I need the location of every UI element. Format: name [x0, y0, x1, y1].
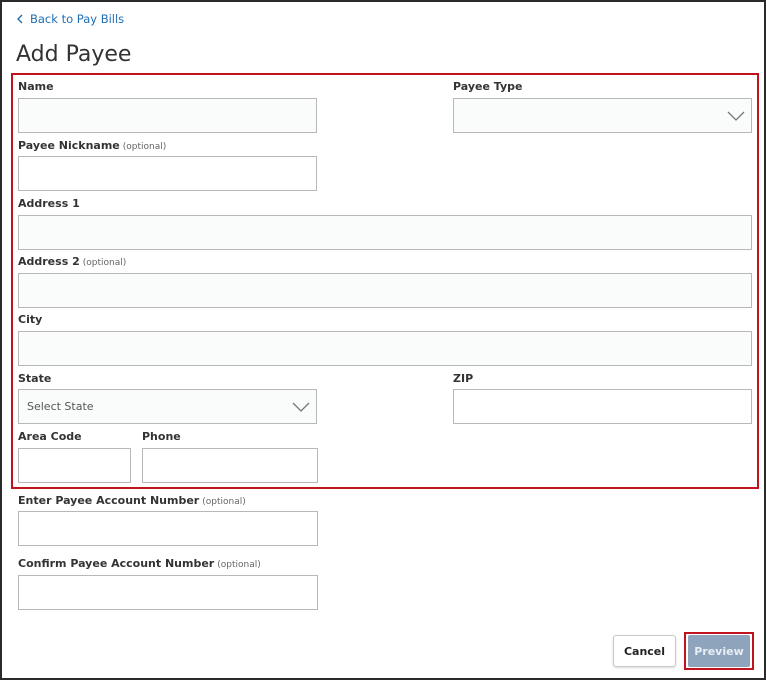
- name-label-text: Name: [18, 80, 54, 93]
- confirm-account-number-label-text: Confirm Payee Account Number: [18, 557, 215, 570]
- confirm-account-number-label: Confirm Payee Account Number (optional): [18, 557, 261, 570]
- city-label: City: [18, 313, 42, 326]
- address2-label-text: Address 2: [18, 255, 80, 268]
- zip-input[interactable]: [453, 389, 752, 424]
- back-link-label: Back to Pay Bills: [30, 12, 125, 26]
- state-select-value: Select State: [27, 400, 94, 413]
- state-select[interactable]: Select State: [18, 389, 317, 424]
- account-number-input[interactable]: [18, 511, 318, 546]
- nickname-input[interactable]: [18, 156, 317, 191]
- address1-label: Address 1: [18, 197, 80, 210]
- back-to-pay-bills-link[interactable]: Back to Pay Bills: [16, 11, 124, 27]
- payee-type-label-text: Payee Type: [453, 80, 523, 93]
- phone-label-text: Phone: [142, 430, 181, 443]
- area-code-label: Area Code: [18, 430, 82, 443]
- account-number-label-text: Enter Payee Account Number: [18, 494, 200, 507]
- area-code-label-text: Area Code: [18, 430, 82, 443]
- address2-input[interactable]: [18, 273, 752, 308]
- optional-tag: (optional): [122, 142, 167, 152]
- phone-label: Phone: [142, 430, 181, 443]
- payee-type-label: Payee Type: [453, 80, 522, 93]
- payee-type-select[interactable]: [453, 98, 752, 133]
- chevron-left-icon: [17, 14, 23, 24]
- add-payee-window: Back to Pay Bills Add Payee Name Payee T…: [0, 0, 766, 680]
- zip-label: ZIP: [453, 372, 473, 385]
- nickname-label: Payee Nickname (optional): [18, 139, 166, 152]
- phone-input[interactable]: [142, 448, 318, 483]
- nickname-label-text: Payee Nickname: [18, 139, 120, 152]
- chevron-down-icon: [727, 111, 745, 121]
- optional-tag: (optional): [202, 497, 246, 507]
- page-title: Add Payee: [16, 42, 132, 67]
- area-code-input[interactable]: [18, 448, 131, 483]
- optional-tag: (optional): [217, 560, 261, 570]
- account-number-label: Enter Payee Account Number (optional): [18, 494, 246, 507]
- city-label-text: City: [18, 313, 43, 326]
- chevron-down-icon: [292, 402, 310, 412]
- state-label: State: [18, 372, 51, 385]
- cancel-button[interactable]: Cancel: [613, 635, 676, 667]
- preview-button[interactable]: Preview: [688, 635, 750, 667]
- confirm-account-number-input[interactable]: [18, 575, 318, 610]
- address1-input[interactable]: [18, 215, 752, 250]
- state-label-text: State: [18, 372, 52, 385]
- address1-label-text: Address 1: [18, 197, 80, 210]
- name-label: Name: [18, 80, 54, 93]
- optional-tag: (optional): [82, 258, 127, 268]
- name-input[interactable]: [18, 98, 317, 133]
- zip-label-text: ZIP: [453, 372, 474, 385]
- address2-label: Address 2 (optional): [18, 255, 126, 268]
- city-input[interactable]: [18, 331, 752, 366]
